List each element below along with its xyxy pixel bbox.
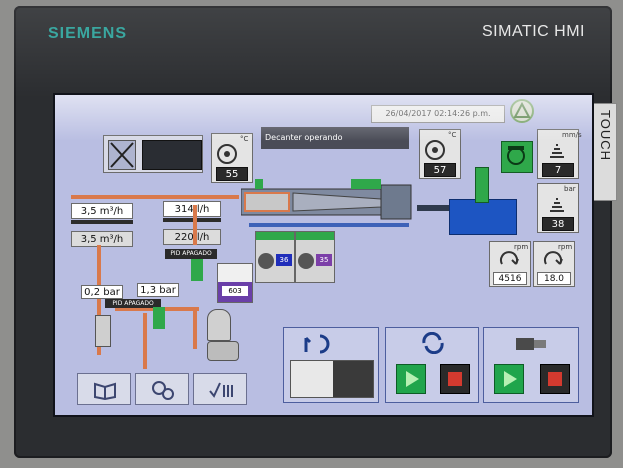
bowl-speed-value: 4516 <box>493 272 527 285</box>
display-window <box>142 140 202 170</box>
flow-1-bar <box>71 220 133 224</box>
flow-2-setpoint[interactable]: 220 l/h <box>163 229 221 245</box>
rotation-control-panel <box>385 327 479 403</box>
rotation-icon <box>500 251 519 265</box>
pump-start-button[interactable] <box>494 364 524 394</box>
pump-control-panel <box>483 327 579 403</box>
pressure-icon <box>550 198 564 212</box>
book-icon <box>94 382 116 400</box>
rotation-icon <box>544 251 563 265</box>
feed-pipe-right <box>193 309 197 349</box>
vibration-value: 7 <box>542 163 574 177</box>
feed-pipe-riser <box>193 205 197 245</box>
pump-stop-button[interactable] <box>540 364 570 394</box>
mode-panel <box>283 327 379 403</box>
decanter-schematic-frame <box>103 135 203 173</box>
flow-1-value: 3,5 m³/h <box>71 203 133 219</box>
bearing-2-value: 57 <box>424 163 456 177</box>
tank-a[interactable]: 36 <box>255 231 295 283</box>
bearing-1-unit: °C <box>240 135 249 143</box>
pressure-value: 38 <box>542 217 574 231</box>
tank-c[interactable]: 603 <box>217 263 253 303</box>
drive-coupling <box>475 167 489 203</box>
bearing-2-unit: °C <box>448 131 457 139</box>
tank-c-value: 603 <box>222 286 248 296</box>
brand-logo: SIEMENS <box>48 25 128 42</box>
feed-pump-body[interactable] <box>207 341 239 361</box>
nav-checklist-button[interactable] <box>193 373 247 405</box>
mode-toggle-knob <box>333 361 373 397</box>
vibration-icon <box>550 144 564 158</box>
tank-a-level-top <box>256 232 294 240</box>
alarm-status-icon[interactable] <box>510 99 534 123</box>
pressure-unit: bar <box>564 185 576 193</box>
bearing-icon <box>425 140 445 160</box>
mode-toggle[interactable] <box>290 360 374 398</box>
rotate-arrows-icon <box>422 332 444 354</box>
gears-icon <box>152 381 174 400</box>
model-label: SIMATIC HMI <box>482 23 585 40</box>
decanter-centrifuge[interactable] <box>240 179 421 225</box>
diff-speed-value: 18.0 <box>537 272 571 285</box>
feed-pipe-down <box>143 313 147 369</box>
bowl-speed[interactable]: rpm 4516 <box>489 241 531 287</box>
rotation-stop-button[interactable] <box>440 364 470 394</box>
touch-text: TOUCH <box>598 110 613 161</box>
status-message: Decanter operando <box>261 127 409 149</box>
dosing-pump-2[interactable] <box>153 307 165 329</box>
hand-rotate-icon <box>304 334 330 354</box>
pump-icon <box>258 253 274 269</box>
dosing-pump-1[interactable] <box>191 259 203 281</box>
pressure-1-value: 0,2 bar <box>81 285 123 299</box>
vibration-meter[interactable]: mm/s 7 <box>537 129 582 179</box>
tank-b-level-top <box>296 232 334 240</box>
bezel-sheen <box>14 6 612 98</box>
blue-outflow-pipe <box>249 223 409 227</box>
motor-icon[interactable] <box>501 141 533 173</box>
tank-a-value: 36 <box>276 254 292 266</box>
flow-1-setpoint[interactable]: 3,5 m³/h <box>71 231 133 247</box>
pressure-2-value: 1,3 bar <box>137 283 179 297</box>
flow-2-bar <box>163 218 221 222</box>
nav-settings-button[interactable] <box>135 373 189 405</box>
checklist-icon <box>209 382 233 398</box>
rotation-start-button[interactable] <box>396 364 426 394</box>
datetime-display: 26/04/2017 02:14:26 p.m. <box>371 105 505 123</box>
valve-icon[interactable] <box>95 315 111 347</box>
bearing-temp-1[interactable]: °C 55 <box>211 133 253 183</box>
tank-b[interactable]: 35 <box>295 231 335 283</box>
vibration-unit: mm/s <box>562 131 582 139</box>
bearing-temp-2[interactable]: °C 57 <box>419 129 461 179</box>
pid-status-1: PID APAGADO <box>165 249 217 259</box>
diff-speed[interactable]: rpm 18.0 <box>533 241 575 287</box>
nav-book-button[interactable] <box>77 373 131 405</box>
drive-shaft <box>417 205 449 211</box>
touch-label: TOUCH <box>593 103 617 201</box>
valve-x-icon <box>108 140 136 170</box>
pressure-meter[interactable]: bar 38 <box>537 183 579 233</box>
pump-icon <box>298 253 314 269</box>
flow-2-value: 314 l/h <box>163 201 221 217</box>
bearing-icon <box>217 144 237 164</box>
feed-pipe-top <box>71 195 239 199</box>
drive-motor[interactable] <box>449 199 517 235</box>
feed-pump-motor[interactable] <box>207 309 231 341</box>
hmi-screen: 26/04/2017 02:14:26 p.m. Decanter operan… <box>53 93 594 417</box>
tank-b-value: 35 <box>316 254 332 266</box>
pump-motor-icon <box>516 338 546 350</box>
